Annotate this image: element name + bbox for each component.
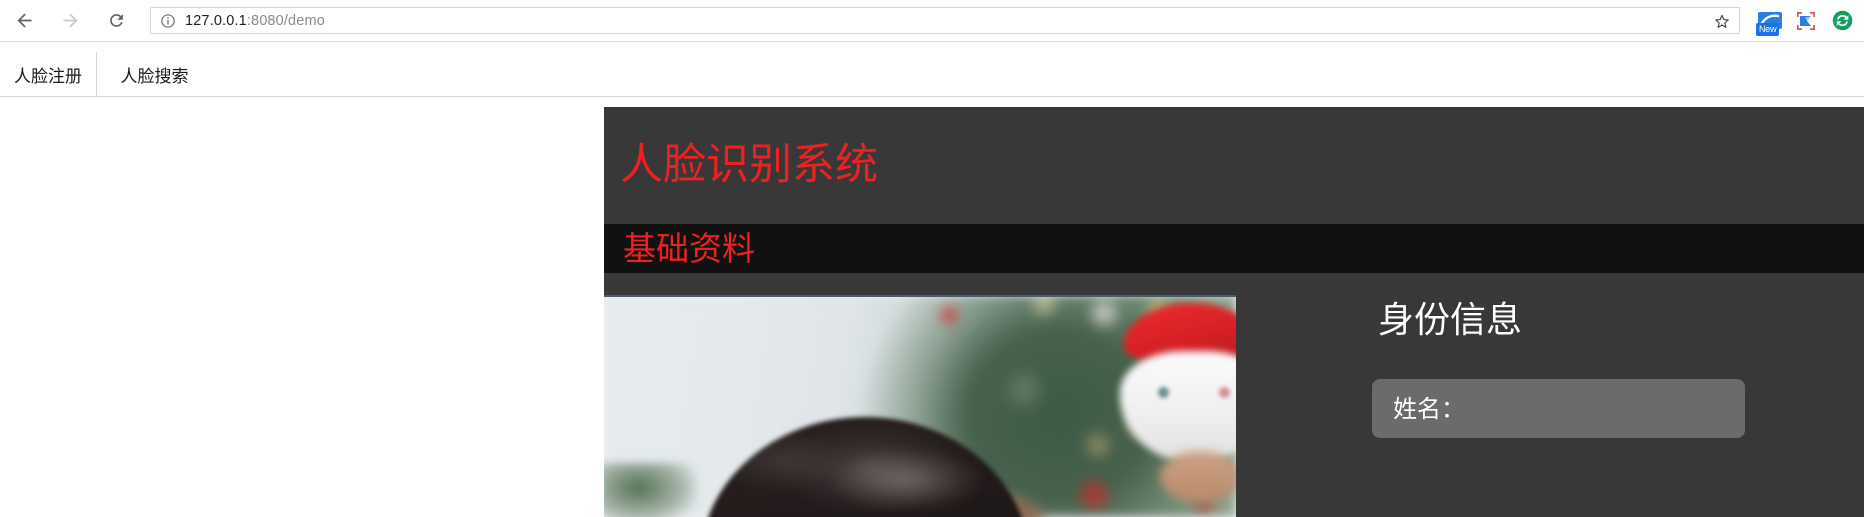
arrow-left-icon bbox=[17, 13, 31, 28]
reload-button[interactable] bbox=[99, 4, 133, 38]
refresh-extension-icon[interactable] bbox=[1826, 5, 1858, 37]
photo-hair-highlight bbox=[832, 449, 982, 511]
back-button[interactable] bbox=[7, 4, 41, 38]
section-title: 基础资料 bbox=[623, 229, 755, 268]
extension-new-badge: New bbox=[1756, 22, 1780, 36]
info-circle-icon[interactable] bbox=[160, 13, 176, 29]
app-title: 人脸识别系统 bbox=[620, 140, 878, 190]
browser-window: 127.0.0.1:8080/demo New 人脸注册 人脸搜索 人脸识别系统… bbox=[0, 0, 1864, 517]
name-field[interactable]: 姓名： bbox=[1372, 379, 1745, 438]
url-path: :8080/demo bbox=[246, 12, 325, 29]
app-header: 人脸识别系统 bbox=[604, 107, 1864, 224]
arrow-right-icon bbox=[63, 13, 77, 28]
browser-toolbar: 127.0.0.1:8080/demo New bbox=[0, 0, 1864, 41]
identity-heading: 身份信息 bbox=[1378, 300, 1523, 341]
extension-toolbar: New bbox=[1750, 5, 1858, 37]
tab-face-search[interactable]: 人脸搜索 bbox=[97, 52, 212, 97]
screenshot-extension-icon[interactable]: New bbox=[1754, 5, 1786, 37]
app-body: 身份信息 姓名： bbox=[604, 273, 1864, 517]
tab-label: 人脸注册 bbox=[14, 66, 82, 86]
reload-icon bbox=[109, 14, 123, 27]
photo-top-accent bbox=[604, 295, 1236, 297]
app-section-bar: 基础资料 bbox=[604, 224, 1864, 273]
identity-panel: 身份信息 姓名： bbox=[1236, 273, 1864, 517]
tab-label: 人脸搜索 bbox=[120, 67, 189, 86]
tab-underline bbox=[97, 96, 1864, 97]
page-tab-strip: 人脸注册 人脸搜索 bbox=[0, 52, 1864, 97]
photo-tree-branch bbox=[604, 463, 696, 517]
photo-santa-eye-left bbox=[1158, 387, 1169, 398]
forward-button[interactable] bbox=[53, 4, 87, 38]
app-panel: 人脸识别系统 基础资料 身份信息 姓名： bbox=[604, 107, 1864, 517]
url-host: 127.0.0.1 bbox=[185, 12, 247, 29]
capture-region-extension-icon[interactable] bbox=[1790, 5, 1822, 37]
photo-santa-chin bbox=[1160, 451, 1236, 503]
toolbar-separator bbox=[0, 41, 1864, 42]
star-outline-icon[interactable] bbox=[1713, 12, 1731, 30]
address-bar[interactable]: 127.0.0.1:8080/demo bbox=[150, 7, 1740, 34]
url-text: 127.0.0.1:8080/demo bbox=[185, 13, 325, 29]
photo-santa-eye-right bbox=[1219, 387, 1230, 398]
tab-face-register[interactable]: 人脸注册 bbox=[0, 52, 97, 97]
name-field-label: 姓名： bbox=[1393, 394, 1465, 423]
face-photo bbox=[604, 295, 1236, 517]
